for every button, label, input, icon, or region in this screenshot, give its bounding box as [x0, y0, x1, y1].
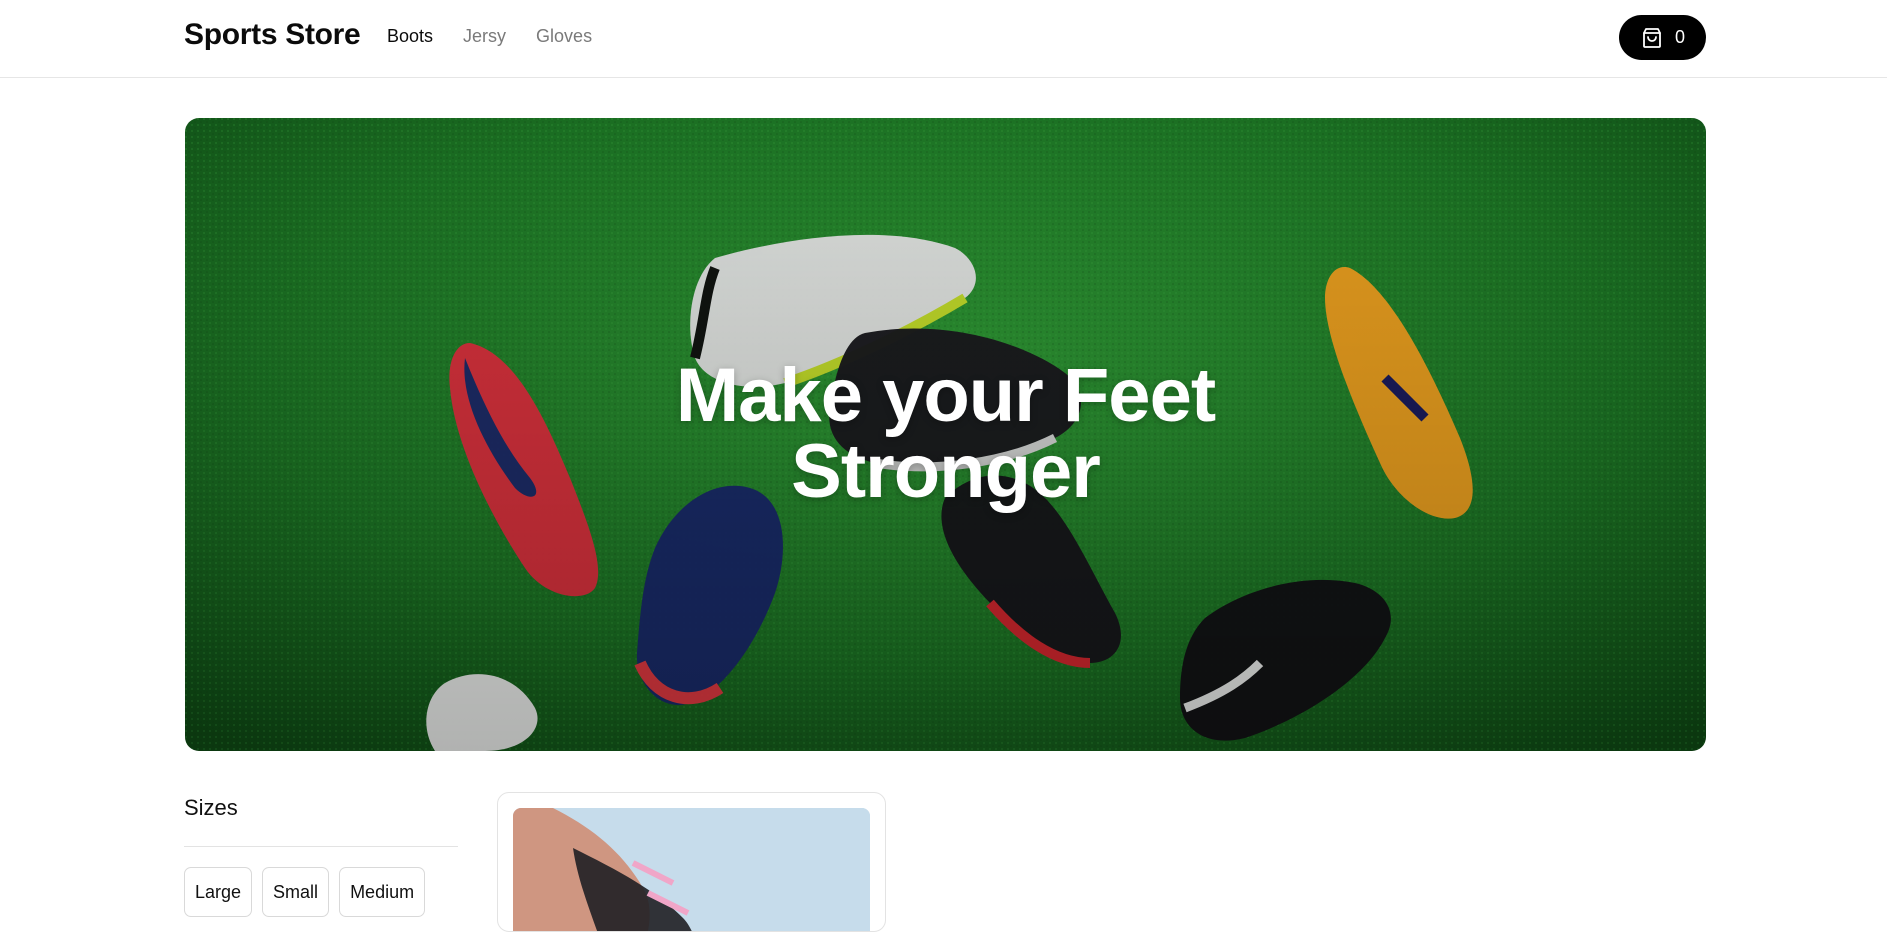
cart-count: 0 — [1674, 27, 1685, 47]
brand-logo[interactable]: Sports Store — [184, 18, 361, 52]
size-option-medium[interactable]: Medium — [339, 867, 426, 917]
sizes-filter-divider — [184, 846, 458, 847]
nav-link-jersy[interactable]: Jersy — [463, 26, 506, 47]
product-card[interactable] — [497, 792, 886, 932]
hero-title: Make your Feet Stronger — [185, 358, 1706, 510]
product-photo-placeholder-icon — [513, 808, 870, 931]
product-image — [513, 808, 870, 931]
hero-banner: Make your Feet Stronger — [185, 118, 1706, 751]
size-option-large[interactable]: Large — [184, 867, 253, 917]
nav-link-gloves[interactable]: Gloves — [536, 26, 592, 47]
sizes-filter: Large Small Medium — [184, 867, 426, 917]
top-navbar: Sports Store Boots Jersy Gloves 0 — [0, 0, 1887, 78]
sizes-filter-title: Sizes — [184, 795, 238, 820]
nav-link-boots[interactable]: Boots — [387, 26, 433, 47]
cart-button[interactable]: 0 — [1619, 15, 1706, 60]
shopping-bag-icon — [1643, 27, 1661, 48]
size-option-small[interactable]: Small — [262, 867, 330, 917]
main-nav: Boots Jersy Gloves — [387, 26, 592, 47]
hero-title-line-1: Make your Feet — [675, 353, 1216, 438]
hero-title-line-2: Stronger — [791, 429, 1101, 514]
